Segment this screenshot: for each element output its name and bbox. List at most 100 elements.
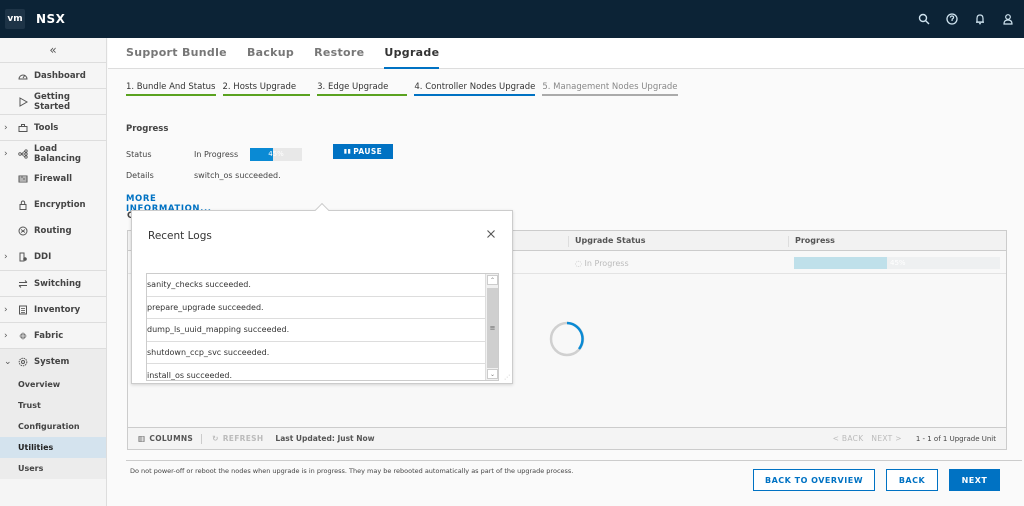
inventory-icon <box>18 305 28 315</box>
sidebar-item-label: DDI <box>34 252 52 262</box>
bell-icon[interactable] <box>966 0 994 38</box>
firewall-icon <box>18 174 28 184</box>
sidebar-subitem-trust[interactable]: Trust <box>0 395 106 416</box>
tab-support-bundle[interactable]: Support Bundle <box>126 38 227 69</box>
row-progress-percent: 45% <box>890 259 906 267</box>
upgrade-warning-note: Do not power-off or reboot the nodes whe… <box>130 467 574 475</box>
step-controller-nodes-upgrade[interactable]: 4. Controller Nodes Upgrade <box>414 82 536 96</box>
next-button[interactable]: NEXT <box>949 469 1000 491</box>
back-button[interactable]: BACK <box>886 469 938 491</box>
logs-textarea[interactable]: sanity_checks succeeded. prepare_upgrade… <box>146 273 499 381</box>
row-progress-fill <box>794 257 887 269</box>
sidebar-item-label: Dashboard <box>34 70 86 81</box>
sidebar-item-label: Getting Started <box>34 91 71 112</box>
popover-title: Recent Logs <box>148 230 212 242</box>
row-progress-bar: 45% <box>794 257 1000 269</box>
refresh-button[interactable]: ↻ REFRESH <box>212 434 263 443</box>
log-line: dump_ls_uuid_mapping succeeded. <box>147 319 485 342</box>
page-count: 1 - 1 of 1 Upgrade Unit <box>915 434 996 443</box>
lock-icon <box>18 200 28 210</box>
status-row: Status In Progress 45% <box>126 148 302 161</box>
chevron-right-icon: › <box>4 122 8 133</box>
sidebar-item-label: Encryption <box>34 200 86 210</box>
sidebar-item-label: Fabric <box>34 330 64 341</box>
dashboard-icon <box>18 71 28 81</box>
pause-label: PAUSE <box>353 147 383 156</box>
details-label: Details <box>126 171 154 180</box>
log-line: prepare_upgrade succeeded. <box>147 297 485 320</box>
top-header: vm NSX <box>0 0 1024 38</box>
last-updated: Last Updated: Just Now <box>275 434 375 443</box>
page-back-button[interactable]: < BACK <box>833 434 864 443</box>
column-header-upgrade-status[interactable]: Upgrade Status <box>568 236 646 247</box>
sidebar-item-label: Switching <box>34 278 82 289</box>
tab-upgrade[interactable]: Upgrade <box>384 38 440 69</box>
refresh-icon: ↻ <box>212 434 219 443</box>
log-line: install_os succeeded. <box>147 364 485 380</box>
sidebar-item-inventory[interactable]: › Inventory <box>0 296 106 322</box>
row-upgrade-status: ◌ In Progress <box>575 259 629 268</box>
header-actions <box>910 0 1024 38</box>
grid-footer: ▥ COLUMNS ↻ REFRESH Last Updated: Just N… <box>128 427 1006 449</box>
user-icon[interactable] <box>994 0 1022 38</box>
scroll-up-icon[interactable]: ⌃ <box>487 275 498 285</box>
chevron-right-icon: › <box>4 330 8 341</box>
status-label: Status <box>126 150 152 159</box>
chevron-down-icon: ⌄ <box>4 356 12 367</box>
tab-restore[interactable]: Restore <box>314 38 364 69</box>
toolbox-icon <box>18 123 28 133</box>
search-icon[interactable] <box>910 0 938 38</box>
sidebar-item-firewall[interactable]: Firewall <box>0 166 106 192</box>
sidebar-item-encryption[interactable]: Encryption <box>0 192 106 218</box>
sidebar-item-switching[interactable]: Switching <box>0 270 106 296</box>
system-section: ⌄ System Overview Trust Configuration Ut… <box>0 348 106 479</box>
resize-handle-icon[interactable]: ⋰ <box>504 374 510 381</box>
step-edge-upgrade[interactable]: 3. Edge Upgrade <box>317 82 408 96</box>
sidebar-item-system[interactable]: ⌄ System <box>0 348 106 374</box>
columns-button[interactable]: ▥ COLUMNS <box>138 434 193 443</box>
sidebar-subitem-overview[interactable]: Overview <box>0 374 106 395</box>
log-line: sanity_checks succeeded. <box>147 274 485 297</box>
progress-percent: 45% <box>268 150 284 158</box>
chevron-right-icon: › <box>4 252 8 262</box>
collapse-sidebar-button[interactable]: « <box>0 38 106 62</box>
help-icon[interactable] <box>938 0 966 38</box>
sidebar-subitem-users[interactable]: Users <box>0 458 106 479</box>
back-to-overview-button[interactable]: BACK TO OVERVIEW <box>753 469 875 491</box>
status-value: In Progress <box>194 150 239 159</box>
scroll-down-icon[interactable]: ⌄ <box>487 369 498 379</box>
pagination: < BACK NEXT > 1 - 1 of 1 Upgrade Unit <box>825 434 996 443</box>
sidebar-item-tools[interactable]: › Tools <box>0 114 106 140</box>
step-hosts-upgrade[interactable]: 2. Hosts Upgrade <box>222 82 311 96</box>
close-icon[interactable] <box>485 228 497 240</box>
logs-scrollbar[interactable]: ⌃ ≡ ⌄ <box>485 274 498 380</box>
play-icon <box>18 96 28 107</box>
sidebar-subitem-utilities[interactable]: Utilities <box>0 437 106 458</box>
vmware-logo: vm <box>5 9 25 29</box>
progress-bar: 45% <box>250 148 302 161</box>
divider <box>201 433 203 444</box>
sidebar-item-dashboard[interactable]: Dashboard <box>0 62 106 88</box>
sidebar-item-label: Tools <box>34 122 59 133</box>
progress-section: Progress Status In Progress 45% ▮▮ PAUSE… <box>126 124 393 214</box>
sidebar-item-label: Routing <box>34 226 72 236</box>
step-bundle-and-status[interactable]: 1. Bundle And Status <box>126 82 216 96</box>
sidebar-subitem-configuration[interactable]: Configuration <box>0 416 106 437</box>
sidebar-item-fabric[interactable]: › Fabric <box>0 322 106 348</box>
pause-button[interactable]: ▮▮ PAUSE <box>333 144 393 159</box>
details-row: Details switch_os succeeded. <box>126 171 281 180</box>
load-balancer-icon <box>18 148 28 159</box>
chevron-right-icon: › <box>4 304 8 315</box>
app-title: NSX <box>36 12 66 26</box>
tab-backup[interactable]: Backup <box>247 38 294 69</box>
sidebar: « Dashboard Getting Started › Tools › Lo… <box>0 38 107 506</box>
sidebar-item-load-balancing[interactable]: › Load Balancing <box>0 140 106 166</box>
column-header-progress[interactable]: Progress <box>788 236 835 247</box>
sidebar-item-getting-started[interactable]: Getting Started <box>0 88 106 114</box>
sidebar-item-routing[interactable]: Routing <box>0 218 106 244</box>
scrollbar-thumb[interactable]: ≡ <box>487 288 498 368</box>
page-next-button[interactable]: NEXT > <box>871 434 901 443</box>
sidebar-item-ddi[interactable]: › DDI <box>0 244 106 270</box>
progress-title: Progress <box>126 124 169 134</box>
sidebar-item-label: Load Balancing <box>34 143 82 164</box>
